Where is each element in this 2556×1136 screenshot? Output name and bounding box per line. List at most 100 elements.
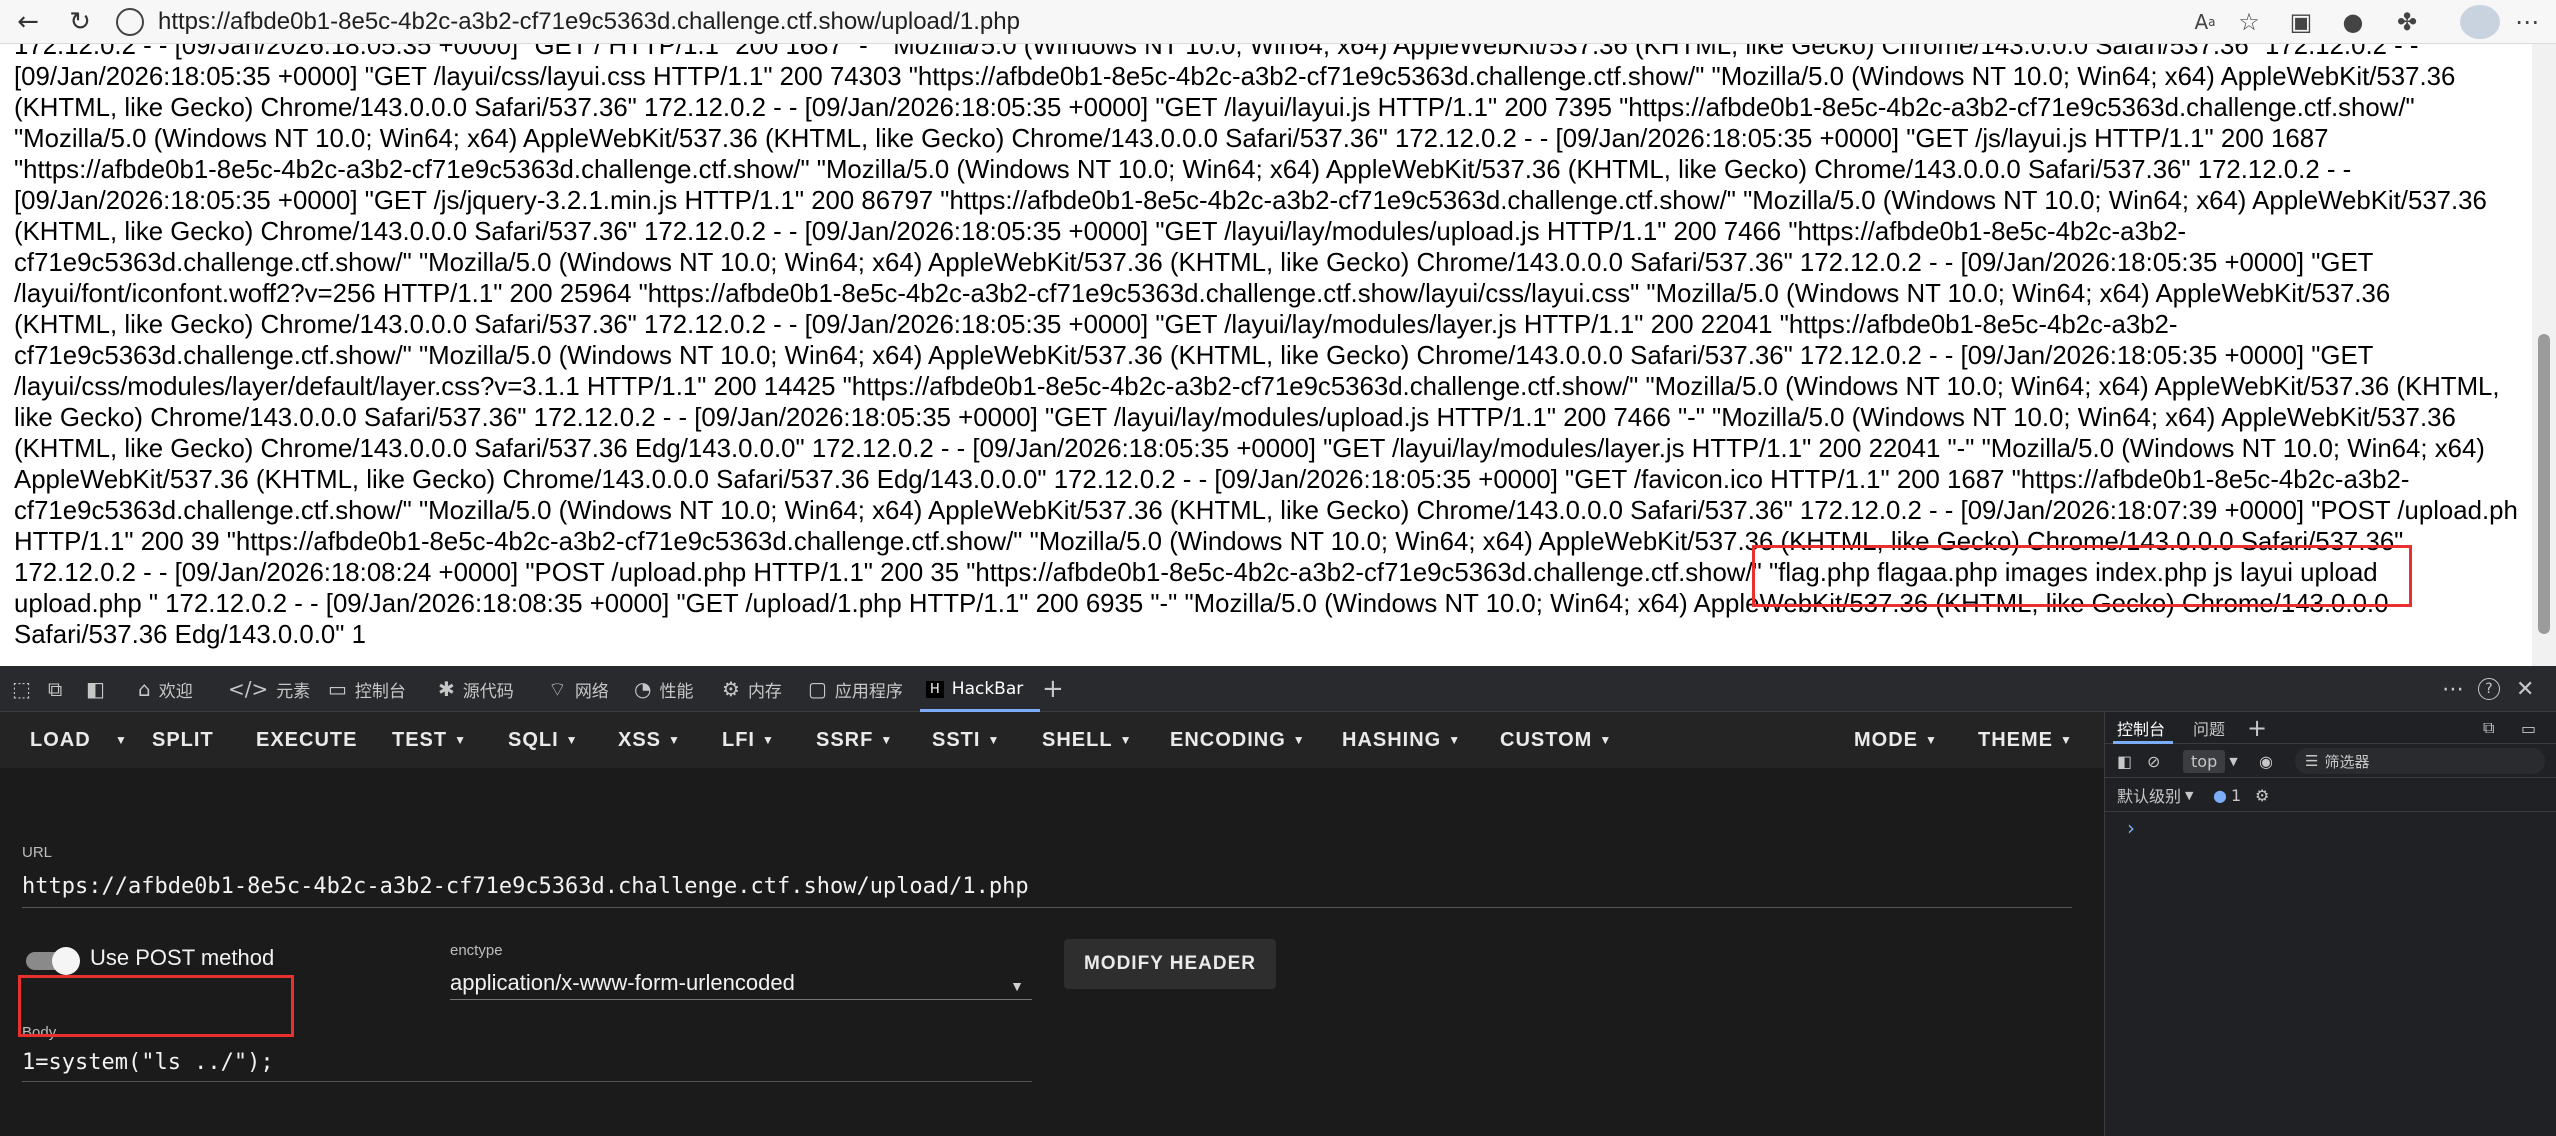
- close-devtools-icon[interactable]: ✕: [2516, 666, 2534, 712]
- reload-icon[interactable]: ↻: [60, 2, 100, 42]
- tab-welcome[interactable]: ⌂ 欢迎: [138, 666, 193, 712]
- log-level-value: 默认级别: [2117, 787, 2182, 806]
- bug-icon: ✱: [438, 677, 455, 701]
- chevron-down-icon: ▼: [1448, 733, 1462, 747]
- ssti-label: SSTI: [932, 728, 981, 751]
- wifi-icon: ⌔: [548, 676, 567, 701]
- home-icon: ⌂: [138, 677, 151, 701]
- extension-dark-icon[interactable]: ●: [2336, 6, 2370, 38]
- test-label: TEST: [392, 728, 448, 751]
- browser-toolbar: ← ↻ https://afbde0b1-8e5c-4b2c-a3b2-cf71…: [0, 0, 2556, 44]
- console-toolbar: ◧ ⊘ top ▼ ◉ ☰ 筛选器: [2105, 744, 2556, 778]
- device-toggle-icon[interactable]: ⧉: [48, 666, 70, 712]
- mode-menu-button[interactable]: MODE ▼: [1854, 712, 1938, 768]
- favorite-star-icon[interactable]: ☆: [2232, 6, 2266, 38]
- more-menu-icon[interactable]: ⋯: [2510, 6, 2544, 38]
- chevron-down-icon: ▼: [1119, 733, 1133, 747]
- split-screen-icon[interactable]: ▣: [2284, 6, 2318, 38]
- post-method-toggle[interactable]: [26, 946, 80, 975]
- split-label: SPLIT: [152, 728, 214, 751]
- devtools-panel: ⬚ ⧉ ◧ ⌂ 欢迎 </> 元素 ▭ 控制台 ✱ 源代码 ⌔ 网络 ◔ 性能 ⚙ 内存 ▢ 应…: [0, 666, 2556, 1136]
- execute-button[interactable]: EXECUTE: [256, 712, 357, 768]
- console-filter-input[interactable]: ☰ 筛选器: [2295, 748, 2545, 774]
- read-aloud-icon[interactable]: Aa: [2188, 6, 2222, 38]
- chevron-down-icon: ▼: [1010, 978, 1024, 994]
- theme-menu-button[interactable]: THEME ▼: [1978, 712, 2073, 768]
- console-icon: ▭: [328, 677, 347, 701]
- help-icon[interactable]: ?: [2478, 666, 2500, 712]
- load-button[interactable]: LOAD: [30, 712, 91, 768]
- annotation-box-body: [18, 975, 294, 1037]
- window-icon: ▢: [808, 677, 827, 701]
- lfi-menu-button[interactable]: LFI ▼: [722, 712, 775, 768]
- tab-label: 控制台: [354, 681, 406, 702]
- log-line: Safari/537.36 Edg/143.0.0.0" 1: [14, 621, 366, 649]
- console-tab-bar: 控制台 问题 + ⧉ ▭: [2105, 712, 2556, 744]
- close-drawer-icon[interactable]: ▭: [2521, 712, 2536, 744]
- log-line: "Mozilla/5.0 (Windows NT 10.0; Win64; x6…: [14, 125, 2329, 153]
- log-line: [09/Jan/2026:18:05:35 +0000] "GET /js/jq…: [14, 187, 2487, 215]
- shell-label: SHELL: [1042, 728, 1113, 751]
- site-info-icon[interactable]: [116, 8, 144, 36]
- tab-memory[interactable]: ⚙ 内存: [722, 666, 782, 712]
- add-tab-button[interactable]: +: [2247, 712, 2267, 744]
- address-url-text[interactable]: https://afbde0b1-8e5c-4b2c-a3b2-cf71e9c5…: [158, 8, 1020, 36]
- split-button[interactable]: SPLIT: [152, 712, 214, 768]
- xss-menu-button[interactable]: XSS ▼: [618, 712, 681, 768]
- profile-avatar[interactable]: [2460, 5, 2500, 39]
- url-input[interactable]: https://afbde0b1-8e5c-4b2c-a3b2-cf71e9c5…: [22, 874, 2072, 908]
- ssrf-menu-button[interactable]: SSRF ▼: [816, 712, 893, 768]
- address-bar[interactable]: https://afbde0b1-8e5c-4b2c-a3b2-cf71e9c5…: [110, 4, 2130, 40]
- hackbar-toolbar: LOAD ▼ SPLIT EXECUTE TEST ▼ SQLI ▼ XSS ▼ LF…: [0, 712, 2104, 768]
- tab-console[interactable]: ▭ 控制台: [328, 666, 406, 712]
- encoding-menu-button[interactable]: ENCODING ▼: [1170, 712, 1306, 768]
- log-line: "https://afbde0b1-8e5c-4b2c-a3b2-cf71e9c…: [14, 156, 2352, 184]
- eye-icon[interactable]: ◉: [2259, 744, 2273, 778]
- extensions-puzzle-icon[interactable]: ✤: [2390, 6, 2424, 38]
- log-line: cf71e9c5363d.challenge.ctf.show/" "Mozil…: [14, 497, 2519, 525]
- devtools-tab-bar: ⬚ ⧉ ◧ ⌂ 欢迎 </> 元素 ▭ 控制台 ✱ 源代码 ⌔ 网络 ◔ 性能 ⚙ 内存 ▢ 应…: [0, 666, 2556, 712]
- tab-performance[interactable]: ◔ 性能: [634, 666, 693, 712]
- console-settings-gear-icon[interactable]: ⚙: [2255, 778, 2269, 812]
- tab-console-drawer[interactable]: 控制台: [2117, 712, 2165, 744]
- tab-network[interactable]: ⌔ 网络: [548, 666, 609, 712]
- clear-console-icon[interactable]: ⊘: [2147, 744, 2160, 778]
- encoding-label: ENCODING: [1170, 728, 1286, 751]
- chevron-down-icon: ▼: [454, 733, 468, 747]
- ssti-menu-button[interactable]: SSTI ▼: [932, 712, 1000, 768]
- more-tools-icon[interactable]: ⋯: [2442, 666, 2464, 712]
- chevron-down-icon: ▼: [2060, 733, 2073, 747]
- chevron-down-icon: ▼: [987, 733, 1001, 747]
- tab-elements[interactable]: </> 元素: [228, 666, 310, 712]
- annotation-box-ls-result: [1752, 545, 2412, 607]
- log-line: (KHTML, like Gecko) Chrome/143.0.0.0 Saf…: [14, 94, 2415, 122]
- context-select[interactable]: top ▼: [2183, 744, 2238, 778]
- xss-label: XSS: [618, 728, 662, 751]
- issues-counter[interactable]: ● 1: [2213, 778, 2241, 812]
- sqli-menu-button[interactable]: SQLI ▼: [508, 712, 579, 768]
- sidebar-toggle-icon[interactable]: ◧: [2117, 744, 2132, 778]
- test-menu-button[interactable]: TEST ▼: [392, 712, 467, 768]
- page-scrollbar[interactable]: [2532, 44, 2556, 666]
- modify-header-button[interactable]: MODIFY HEADER: [1064, 939, 1276, 989]
- back-arrow-icon[interactable]: ←: [8, 2, 48, 42]
- chevron-down-icon: ▼: [762, 733, 775, 747]
- console-prompt-icon[interactable]: ›: [2127, 816, 2135, 840]
- chevron-down-icon: ▼: [1599, 733, 1613, 747]
- custom-menu-button[interactable]: CUSTOM ▼: [1500, 712, 1612, 768]
- log-level-select[interactable]: 默认级别 ▼: [2117, 778, 2193, 812]
- dock-side-icon[interactable]: ⧉: [2483, 712, 2494, 744]
- tab-hackbar[interactable]: H HackBar: [926, 666, 1023, 712]
- tab-sources[interactable]: ✱ 源代码: [438, 666, 514, 712]
- body-input[interactable]: 1=system("ls ../");: [22, 1042, 1032, 1082]
- page-scrollbar-thumb[interactable]: [2538, 334, 2550, 634]
- hashing-menu-button[interactable]: HASHING ▼: [1342, 712, 1461, 768]
- add-tab-button[interactable]: +: [1042, 666, 1064, 712]
- enctype-select[interactable]: application/x-www-form-urlencoded ▼: [450, 964, 1032, 1000]
- dock-icon[interactable]: ◧: [86, 666, 113, 712]
- shell-menu-button[interactable]: SHELL ▼: [1042, 712, 1132, 768]
- tab-issues[interactable]: 问题: [2193, 712, 2225, 744]
- load-dropdown-icon[interactable]: ▼: [108, 712, 128, 768]
- tab-application[interactable]: ▢ 应用程序: [808, 666, 903, 712]
- inspect-icon[interactable]: ⬚: [12, 666, 39, 712]
